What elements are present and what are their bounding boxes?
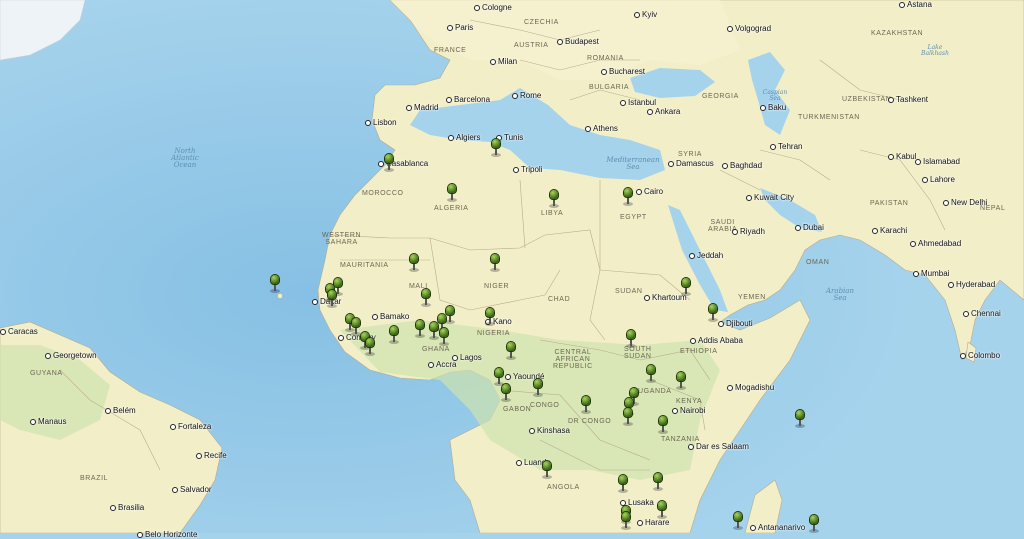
map-pin-icon[interactable] (541, 461, 553, 479)
map-pin-icon[interactable] (414, 320, 426, 338)
map-pin-icon[interactable] (794, 410, 806, 428)
map-pin-icon[interactable] (675, 372, 687, 390)
map-pin-icon[interactable] (548, 190, 560, 208)
map-canvas[interactable] (0, 0, 1024, 533)
map-pin-icon[interactable] (505, 342, 517, 360)
map-pin-icon[interactable] (645, 365, 657, 383)
map-pin-icon[interactable] (732, 512, 744, 530)
map-pin-icon[interactable] (652, 473, 664, 491)
map-pin-icon[interactable] (656, 501, 668, 519)
map-pin-icon[interactable] (500, 384, 512, 402)
map-pin-icon[interactable] (657, 416, 669, 434)
map-pin-icon[interactable] (326, 290, 338, 308)
map-pin-icon[interactable] (617, 475, 629, 493)
map-pin-icon[interactable] (490, 139, 502, 157)
map-pin-icon[interactable] (622, 408, 634, 426)
map-pin-icon[interactable] (493, 368, 505, 386)
map-pin-icon[interactable] (364, 338, 376, 356)
map-pin-icon[interactable] (408, 254, 420, 272)
map-pin-icon[interactable] (446, 184, 458, 202)
map-pin-icon[interactable] (622, 188, 634, 206)
map-pin-icon[interactable] (489, 254, 501, 272)
map-pin-icon[interactable] (707, 304, 719, 322)
map-pin-icon[interactable] (438, 328, 450, 346)
map-pin-icon[interactable] (532, 379, 544, 397)
map-pin-icon[interactable] (680, 278, 692, 296)
map-pin-icon[interactable] (580, 396, 592, 414)
map-pin-icon[interactable] (484, 308, 496, 326)
map-pin-icon[interactable] (808, 515, 820, 533)
cape-verde-islands (277, 293, 283, 299)
map-pin-icon[interactable] (269, 275, 281, 293)
map-pin-icon[interactable] (383, 154, 395, 172)
map-pin-icon[interactable] (620, 512, 632, 530)
map-pin-icon[interactable] (420, 289, 432, 307)
map-pin-icon[interactable] (388, 326, 400, 344)
map-pin-icon[interactable] (625, 330, 637, 348)
